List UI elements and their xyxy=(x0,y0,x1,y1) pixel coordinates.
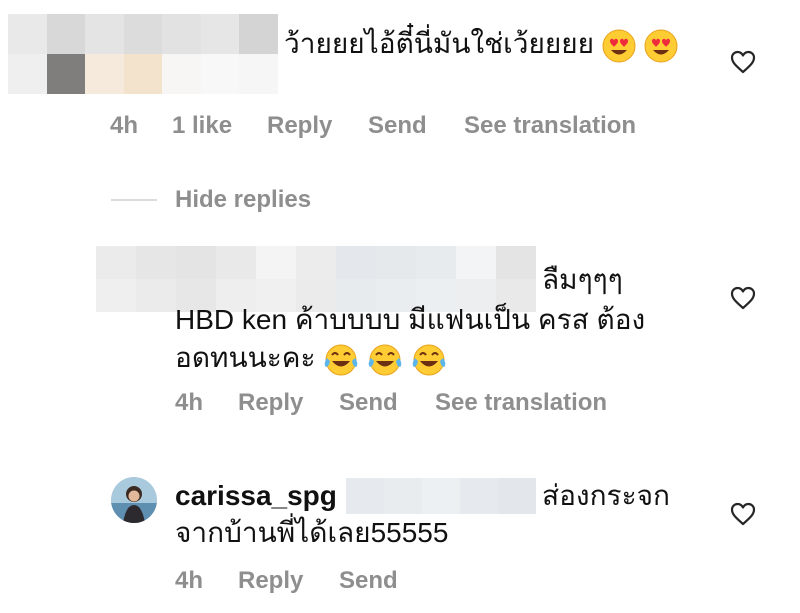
like-button[interactable] xyxy=(730,50,756,74)
like-button[interactable] xyxy=(730,286,756,310)
timestamp: 4h xyxy=(110,112,139,139)
send-button[interactable]: Send xyxy=(368,112,427,140)
tears-of-joy-emoji-icon xyxy=(412,344,446,376)
reply-text-line-with-emoji: อดทนนะคะ xyxy=(175,340,447,377)
reply-text-line: ลืมๆๆๆ xyxy=(542,264,623,295)
redacted-username xyxy=(8,14,278,94)
heart-outline-icon xyxy=(730,50,756,74)
reply-button[interactable]: Reply xyxy=(238,567,303,595)
send-button[interactable]: Send xyxy=(339,389,398,417)
hide-replies-button[interactable]: Hide replies xyxy=(175,186,311,214)
replies-divider-line xyxy=(111,199,157,201)
reply-button[interactable]: Reply xyxy=(267,112,332,140)
profile-photo-icon xyxy=(111,477,157,523)
comment-text: ว้ายยยไอ้ตี๋นี่มันใช่เว้ยยยย xyxy=(284,26,678,63)
avatar[interactable] xyxy=(111,477,157,523)
heart-outline-icon xyxy=(730,502,756,526)
likes-count-button[interactable]: 1 like xyxy=(172,112,232,140)
heart-outline-icon xyxy=(730,286,756,310)
heart-eyes-emoji-icon xyxy=(644,29,678,63)
reply-text-line: HBD ken ค้าบบบบ มีแฟนเป็น ครส ต้อง xyxy=(175,304,646,335)
reply-actions: 4h Reply Send See translation xyxy=(0,389,800,419)
commenter-username[interactable]: carissa_spg xyxy=(175,478,337,514)
heart-eyes-emoji-icon xyxy=(602,29,636,63)
reply-text-line: จากบ้านพี่ได้เลย55555 xyxy=(175,517,449,548)
timestamp: 4h xyxy=(175,567,204,594)
tears-of-joy-emoji-icon xyxy=(325,344,358,376)
timestamp: 4h xyxy=(175,389,204,416)
redacted-text xyxy=(346,478,536,514)
see-translation-button[interactable]: See translation xyxy=(464,112,636,140)
tears-of-joy-emoji-icon xyxy=(368,344,402,376)
reply-text-line: ส่องกระจก xyxy=(542,480,670,511)
like-button[interactable] xyxy=(730,502,756,526)
reply-actions: 4h Reply Send xyxy=(0,567,800,597)
send-button[interactable]: Send xyxy=(339,567,398,595)
reply-button[interactable]: Reply xyxy=(238,389,303,417)
see-translation-button[interactable]: See translation xyxy=(435,389,607,417)
comment-actions: 4h 1 like Reply Send See translation xyxy=(0,112,800,142)
